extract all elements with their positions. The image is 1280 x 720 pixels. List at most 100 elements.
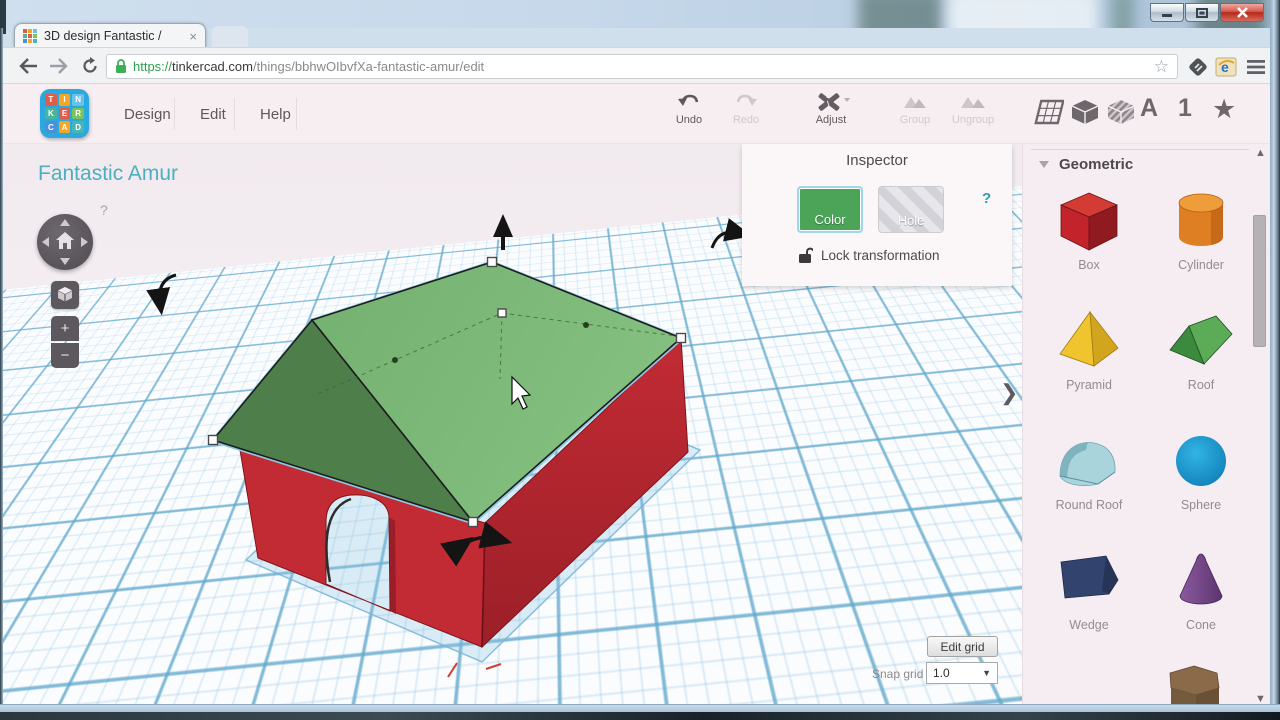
shape-paraboloid-partial[interactable] <box>1045 686 1119 704</box>
refresh-button[interactable] <box>76 52 104 80</box>
window-edge <box>0 704 1280 712</box>
close-button[interactable] <box>1220 3 1264 22</box>
window-edge <box>1270 0 1280 704</box>
tinkercad-logo[interactable]: TIN KER CAD <box>40 89 89 138</box>
scale-handle[interactable] <box>677 334 686 343</box>
tab-close-icon[interactable]: × <box>189 30 197 43</box>
extension-icon-diamond[interactable] <box>1184 53 1211 80</box>
desktop-strip <box>0 712 1280 720</box>
grid-tick <box>448 663 457 677</box>
scroll-up-icon[interactable]: ▲ <box>1255 147 1266 159</box>
rotate-handle[interactable] <box>160 275 176 302</box>
shape-cylinder[interactable]: Cylinder <box>1145 188 1257 282</box>
wallpaper-streak <box>948 0 1098 28</box>
zoom-out-button[interactable]: − <box>51 343 79 368</box>
back-button[interactable] <box>14 52 42 80</box>
shape-pyramid[interactable]: Pyramid <box>1033 308 1145 402</box>
fit-view-button[interactable] <box>51 281 79 309</box>
workplane-tool-icon[interactable] <box>1032 98 1064 126</box>
raise-handle[interactable] <box>493 214 513 250</box>
home-view-icon[interactable] <box>56 232 74 250</box>
window-controls <box>1150 3 1264 22</box>
favorites-star-icon[interactable]: ★ <box>1212 94 1236 125</box>
undo-button[interactable]: Undo <box>661 92 717 138</box>
bookmark-star-icon[interactable]: ☆ <box>1154 57 1169 77</box>
group-button[interactable]: Group <box>887 92 943 138</box>
address-bar[interactable]: https://tinkercad.com/things/bbhwOIbvfXa… <box>106 54 1178 79</box>
inspector-help-icon[interactable]: ? <box>982 190 991 207</box>
menu-edit[interactable]: Edit <box>186 84 240 144</box>
dropdown-caret-icon: ▼ <box>982 668 991 678</box>
hole-shape-icon[interactable] <box>1106 98 1136 126</box>
redo-button[interactable]: Redo <box>718 92 774 138</box>
redo-icon <box>734 92 758 112</box>
view-navigation-control[interactable] <box>37 214 93 270</box>
diamond-extension-icon <box>1186 55 1210 79</box>
zoom-in-button[interactable]: + <box>51 316 79 341</box>
maximize-button[interactable] <box>1185 3 1219 22</box>
shape-wedge[interactable]: Wedge <box>1033 548 1145 642</box>
round-roof-shape-icon <box>1052 428 1126 494</box>
sphere-shape-icon <box>1164 428 1238 494</box>
forward-button[interactable] <box>45 52 73 80</box>
open-padlock-icon <box>798 247 813 264</box>
box-shape-icon <box>1052 188 1126 254</box>
section-geometric[interactable]: Geometric <box>1039 156 1133 173</box>
wallpaper-streak <box>1112 0 1134 28</box>
pan-right-icon[interactable] <box>81 237 88 247</box>
section-label: Geometric <box>1059 156 1133 173</box>
browser-menu-button[interactable] <box>1242 53 1269 80</box>
wedge-shape-icon <box>1052 548 1126 614</box>
shape-roof[interactable]: Roof <box>1145 308 1257 402</box>
panel-expand-chevron[interactable]: ❯ <box>1000 380 1018 406</box>
help-icon[interactable]: ? <box>100 202 108 218</box>
browser-toolbar: https://tinkercad.com/things/bbhwOIbvfXa… <box>0 47 1280 84</box>
undo-icon <box>677 92 701 112</box>
tinkercad-favicon <box>23 29 37 43</box>
edit-grid-button[interactable]: Edit grid <box>927 636 998 657</box>
shape-round-roof[interactable]: Round Roof <box>1033 428 1145 522</box>
hamburger-menu-icon <box>1246 59 1266 75</box>
forward-icon <box>49 58 69 74</box>
minimize-icon <box>1161 8 1173 18</box>
group-icon <box>902 92 928 112</box>
design-title[interactable]: Fantastic Amur <box>38 162 178 186</box>
shape-box[interactable]: Box <box>1033 188 1145 282</box>
menu-separator <box>296 98 297 130</box>
scale-handle[interactable] <box>209 436 218 445</box>
new-tab-button[interactable] <box>212 26 248 48</box>
adjust-button[interactable]: Adjust <box>803 92 859 138</box>
padlock-icon <box>115 59 127 74</box>
view-cube-icon <box>56 286 74 304</box>
extension-icon-ie-tab[interactable]: e <box>1212 53 1239 80</box>
scale-handle[interactable] <box>469 518 478 527</box>
3d-viewport[interactable]: Fantastic Amur ? + − ❯ Inspector Color H… <box>0 144 1022 704</box>
ungroup-button[interactable]: Ungroup <box>945 92 1001 138</box>
snap-grid-value: 1.0 <box>933 666 950 680</box>
pan-up-icon[interactable] <box>60 219 70 226</box>
solid-shape-icon[interactable] <box>1070 98 1100 126</box>
minimize-button[interactable] <box>1150 3 1184 22</box>
scroll-down-icon[interactable]: ▼ <box>1255 693 1266 704</box>
rotate-handle[interactable] <box>712 232 739 248</box>
shape-hexprism-partial[interactable] <box>1157 662 1231 704</box>
height-handle[interactable] <box>498 309 506 317</box>
color-swatch[interactable]: Color <box>797 186 863 233</box>
pan-left-icon[interactable] <box>42 237 49 247</box>
scale-handle[interactable] <box>488 258 497 267</box>
url-path: /things/bbhwOIbvfXa-fantastic-amur/edit <box>253 59 484 74</box>
number-tool-icon[interactable]: 1 <box>1178 94 1192 123</box>
workplane-grid-icon <box>1032 98 1064 126</box>
pan-down-icon[interactable] <box>60 258 70 265</box>
browser-window: 3D design Fantastic / × https://tinkerca… <box>0 0 1280 720</box>
lock-transformation[interactable]: Lock transformation <box>798 247 940 264</box>
hole-swatch[interactable]: Hole <box>878 186 944 233</box>
midpoint-dot <box>392 357 398 363</box>
tab-title: 3D design Fantastic / <box>44 29 185 43</box>
text-tool-icon[interactable]: A <box>1140 94 1158 123</box>
browser-tab[interactable]: 3D design Fantastic / × <box>14 23 206 48</box>
snap-grid-select[interactable]: 1.0 ▼ <box>926 662 998 684</box>
shape-sphere[interactable]: Sphere <box>1145 428 1257 522</box>
solid-cube-icon <box>1070 98 1100 126</box>
shape-cone[interactable]: Cone <box>1145 548 1257 642</box>
